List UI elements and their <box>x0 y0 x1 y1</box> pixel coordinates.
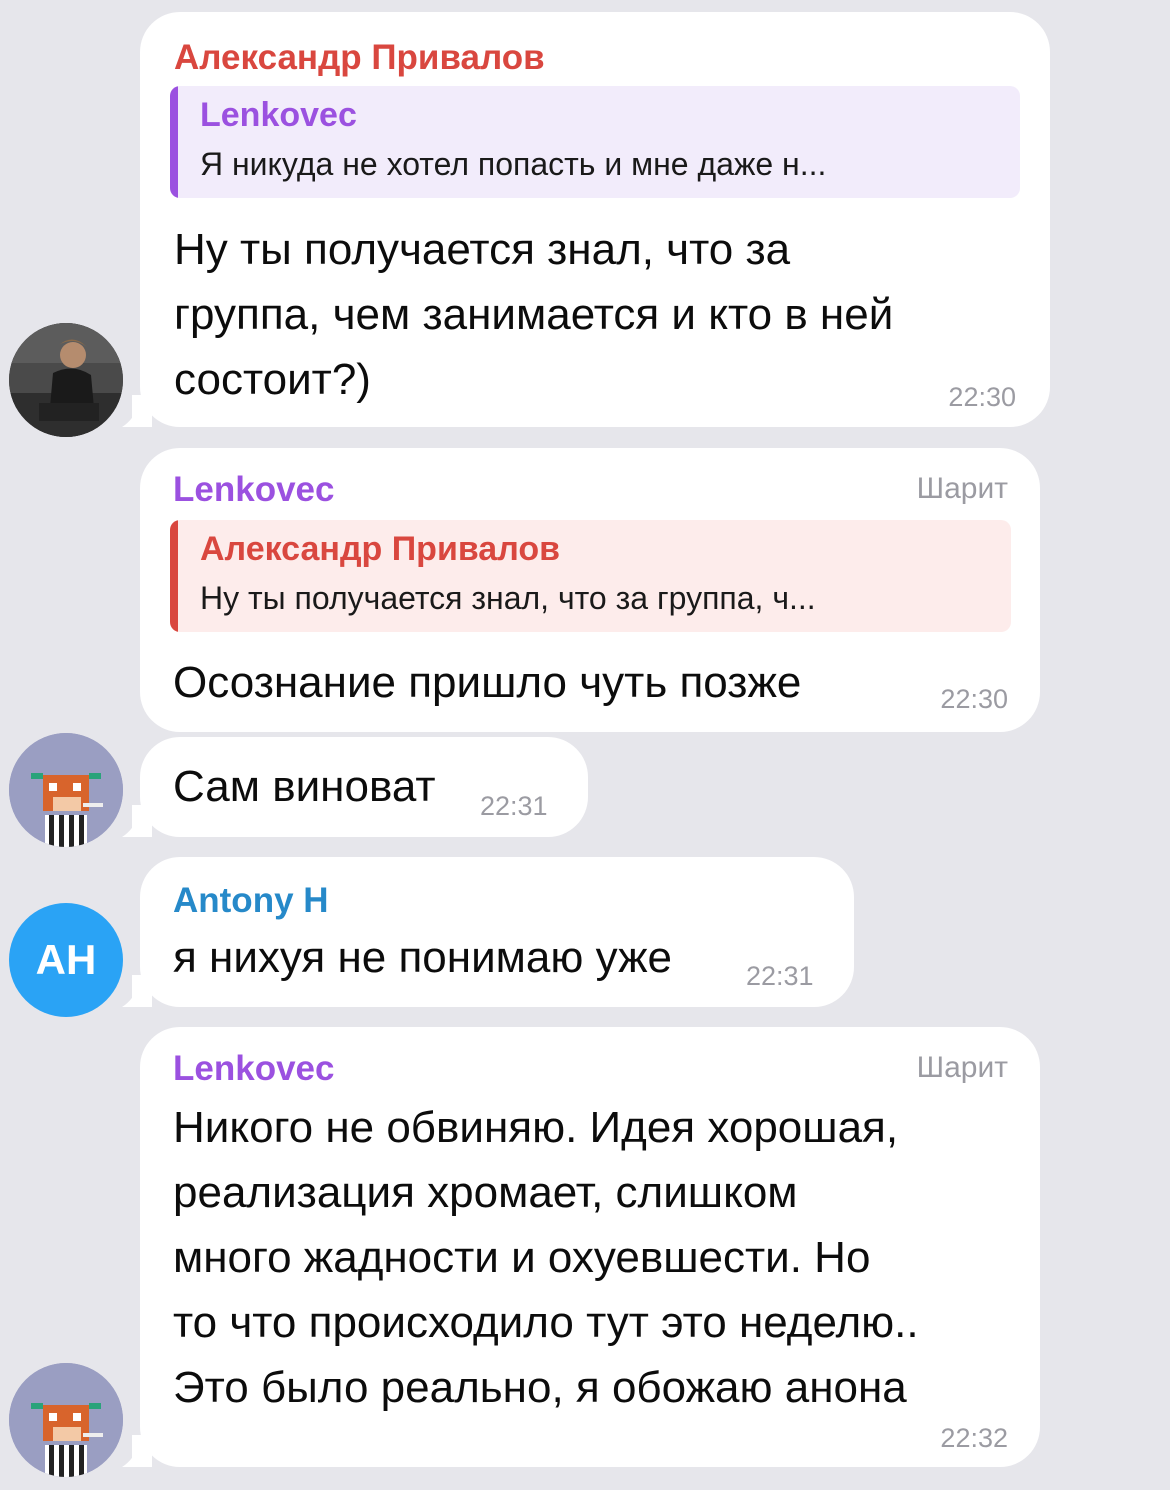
message-time: 22:30 <box>940 684 1008 714</box>
reply-text: Ну ты получается знал, что за группа, ч.… <box>200 580 816 616</box>
message-time: 22:30 <box>948 382 1016 412</box>
message-text: Никого не обвиняю. Идея хорошая, реализа… <box>173 1103 919 1412</box>
reply-sender: Lenkovec <box>200 96 357 134</box>
sender-name[interactable]: Lenkovec <box>173 470 334 510</box>
reply-sender: Александр Привалов <box>200 530 561 568</box>
message-bubble[interactable]: Lenkovec Шарит Никого не обвиняю. Идея х… <box>140 1027 1040 1467</box>
sender-name[interactable]: Александр Привалов <box>174 38 545 78</box>
reply-quote[interactable]: Александр Привалов Ну ты получается знал… <box>170 520 1011 632</box>
message-bubble[interactable]: Antony H я нихуя не понимаю уже 22:31 <box>140 857 854 1007</box>
bubble-tail <box>118 1435 152 1469</box>
avatar-cow[interactable] <box>9 1363 123 1477</box>
message-bubble[interactable]: Александр Привалов Lenkovec Я никуда не … <box>140 12 1050 427</box>
avatar-cow[interactable] <box>9 733 123 847</box>
member-tag: Шарит <box>916 1051 1008 1084</box>
message-text: Осознание пришло чуть позже <box>173 658 802 707</box>
message-time: 22:31 <box>480 791 548 821</box>
member-tag: Шарит <box>916 472 1008 505</box>
reply-quote[interactable]: Lenkovec Я никуда не хотел попасть и мне… <box>170 86 1020 198</box>
sender-name[interactable]: Antony H <box>173 881 329 921</box>
avatar-initials-text: AH <box>35 936 97 983</box>
bubble-tail <box>118 975 152 1009</box>
message-text: Ну ты получается знал, что за группа, че… <box>174 225 894 404</box>
avatar-photo[interactable] <box>9 323 123 437</box>
bubble-tail <box>118 395 152 429</box>
reply-text: Я никуда не хотел попасть и мне даже н..… <box>200 146 827 182</box>
message-time: 22:32 <box>940 1423 1008 1453</box>
message-text: Сам виноват <box>173 762 436 811</box>
reply-bar <box>170 520 178 632</box>
bubble-tail <box>118 805 152 839</box>
message-bubble[interactable]: Сам виноват 22:31 <box>140 737 588 837</box>
avatar-initials[interactable]: AH <box>9 903 123 1017</box>
message-text: я нихуя не понимаю уже <box>173 933 672 982</box>
message-time: 22:31 <box>746 961 814 991</box>
reply-bar <box>170 86 178 198</box>
message-bubble[interactable]: Lenkovec Шарит Александр Привалов Ну ты … <box>140 448 1040 732</box>
sender-name[interactable]: Lenkovec <box>173 1049 334 1089</box>
